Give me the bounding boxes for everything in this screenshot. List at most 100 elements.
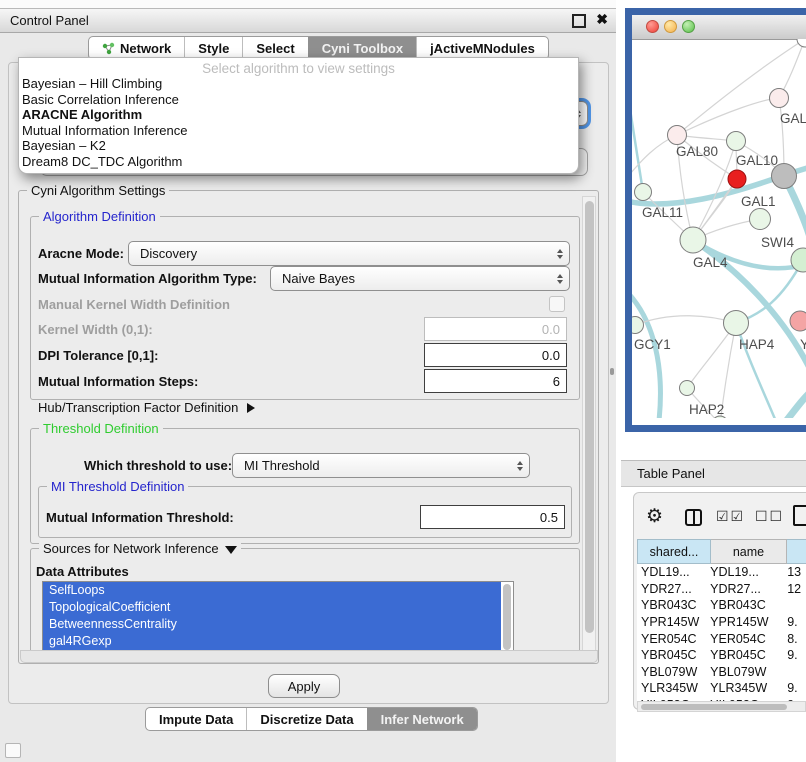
table-hscrollbar-thumb[interactable] — [641, 704, 787, 710]
table-row[interactable]: YLR345WYLR345W9. — [637, 680, 806, 697]
table-cell: 8. — [785, 632, 806, 646]
table-row[interactable]: YBL079WYBL079W — [637, 664, 806, 681]
table-cell: YDR27... — [637, 582, 710, 596]
data-attributes-list[interactable]: SelfLoopsTopologicalCoefficientBetweenne… — [42, 581, 514, 655]
dpi-tolerance-value: 0.0 — [542, 348, 560, 363]
tab-label: Style — [198, 41, 229, 56]
zoom-traffic-light-icon[interactable] — [682, 20, 695, 33]
data-attribute-item[interactable]: TopologicalCoefficient — [43, 599, 501, 616]
network-edge[interactable] — [677, 98, 779, 135]
column-header-2[interactable]: name — [711, 539, 787, 564]
collapsed-panel-icon[interactable] — [5, 743, 21, 758]
network-edge[interactable] — [632, 109, 643, 192]
table-row[interactable]: YDR27...YDR27...12 — [637, 581, 806, 598]
settings-scrollbar-thumb[interactable] — [585, 201, 594, 633]
table-cell: YBL079W — [710, 665, 785, 679]
network-canvas[interactable]: GALGAL80GAL10GAL1GAL11SWI4GAL4GCY1HAP4YH… — [632, 39, 806, 418]
table-cell: 9. — [785, 648, 806, 662]
network-node[interactable] — [750, 209, 771, 230]
data-attribute-item[interactable]: BetweennessCentrality — [43, 616, 501, 633]
manual-kernel-checkbox[interactable] — [549, 296, 565, 312]
network-edge[interactable] — [632, 291, 660, 418]
data-attribute-item[interactable]: gal4RGexp — [43, 633, 501, 650]
manual-kernel-label: Manual Kernel Width Definition — [38, 297, 230, 312]
deselect-all-checkboxes-icon[interactable]: ☐☐ — [755, 508, 784, 525]
tab-network[interactable]: Network — [89, 37, 184, 59]
new-table-icon[interactable] — [793, 505, 806, 526]
minimize-traffic-light-icon[interactable] — [664, 20, 677, 33]
tab-cyni-toolbox[interactable]: Cyni Toolbox — [308, 37, 416, 59]
tab-label: Infer Network — [381, 712, 464, 727]
network-node-label: GAL4 — [693, 255, 728, 270]
data-attribute-item[interactable]: SelfLoops — [43, 582, 501, 599]
column-chooser-icon[interactable] — [685, 509, 702, 526]
select-all-checkboxes-icon[interactable]: ☑☑ — [716, 508, 745, 525]
table-cell: YBL079W — [637, 665, 710, 679]
table-cell: YER054C — [637, 632, 710, 646]
mi-algorithm-type-combo[interactable]: Naive Bayes — [270, 266, 570, 291]
table-row[interactable]: YPR145WYPR145W9. — [637, 614, 806, 631]
table-row[interactable]: YBR045CYBR045C9. — [637, 647, 806, 664]
mi-algorithm-type-value: Naive Bayes — [282, 271, 355, 286]
network-node[interactable] — [680, 381, 695, 396]
algorithm-option[interactable]: Dream8 DC_TDC Algorithm — [19, 154, 578, 170]
network-node-label: GCY1 — [634, 337, 671, 352]
close-icon[interactable]: ✖ — [596, 11, 608, 28]
tab-impute-data[interactable]: Impute Data — [146, 708, 246, 730]
close-traffic-light-icon[interactable] — [646, 20, 659, 33]
settings-scrollbar[interactable] — [582, 196, 596, 654]
column-header-3[interactable]: A — [787, 539, 806, 564]
algorithm-option[interactable]: Bayesian – K2 — [19, 138, 578, 154]
table-horizontal-scrollbar[interactable] — [637, 701, 806, 712]
network-node[interactable] — [728, 170, 746, 188]
tab-jactivemnodules[interactable]: jActiveMNodules — [416, 37, 548, 59]
network-node[interactable] — [724, 311, 749, 336]
mi-algorithm-type-label: Mutual Information Algorithm Type: — [38, 271, 257, 286]
algorithm-option[interactable]: ARACNE Algorithm — [19, 107, 578, 123]
attributes-scrollbar-thumb[interactable] — [503, 584, 511, 650]
algorithm-option[interactable]: Mutual Information Inference — [19, 123, 578, 139]
table-row[interactable]: YBR043CYBR043C — [637, 597, 806, 614]
split-pane-handle[interactable] — [610, 368, 614, 375]
tab-select[interactable]: Select — [242, 37, 307, 59]
dpi-tolerance-field[interactable]: 0.0 — [424, 343, 567, 367]
table-row[interactable]: YER054CYER054C8. — [637, 630, 806, 647]
network-node[interactable] — [727, 132, 746, 151]
gear-icon[interactable]: ⚙ — [646, 505, 663, 528]
hub-tf-definition-toggle[interactable]: Hub/Transcription Factor Definition — [38, 400, 255, 415]
column-header-1[interactable]: shared... — [637, 539, 711, 564]
kernel-width-field[interactable]: 0.0 — [424, 317, 567, 341]
network-node[interactable] — [790, 311, 806, 331]
mi-steps-field[interactable]: 6 — [424, 369, 567, 393]
algorithm-option[interactable]: Bayesian – Hill Climbing — [19, 76, 578, 92]
algorithm-option[interactable]: Basic Correlation Inference — [19, 92, 578, 108]
aracne-mode-combo[interactable]: Discovery — [128, 241, 570, 266]
table-cell: YDL19... — [710, 565, 785, 579]
combo-stepper-icon — [557, 249, 563, 259]
network-node[interactable] — [797, 39, 806, 47]
network-node[interactable] — [770, 89, 789, 108]
mi-threshold-field[interactable]: 0.5 — [420, 505, 565, 529]
float-panel-icon[interactable] — [572, 14, 586, 28]
table-cell: YBR043C — [710, 598, 785, 612]
network-node[interactable] — [632, 317, 644, 334]
tab-label: Impute Data — [159, 712, 233, 727]
tab-style[interactable]: Style — [184, 37, 242, 59]
sources-group-title[interactable]: Sources for Network Inference — [39, 541, 241, 556]
tab-infer-network[interactable]: Infer Network — [367, 708, 477, 730]
network-node[interactable] — [668, 126, 687, 145]
table-row[interactable]: YDL19...YDL19...13 — [637, 564, 806, 581]
network-node[interactable] — [680, 227, 706, 253]
algorithm-definition-title: Algorithm Definition — [39, 209, 160, 224]
apply-button[interactable]: Apply — [268, 674, 340, 698]
tab-discretize-data[interactable]: Discretize Data — [246, 708, 366, 730]
network-node[interactable] — [635, 184, 652, 201]
kernel-width-value: 0.0 — [542, 322, 560, 337]
which-threshold-combo[interactable]: MI Threshold — [232, 453, 530, 478]
network-node-label: GAL1 — [741, 194, 776, 209]
expand-arrow-icon — [247, 403, 255, 413]
settings-group-title: Cyni Algorithm Settings — [27, 183, 169, 198]
network-node-label: HAP4 — [739, 337, 775, 352]
network-edge[interactable] — [780, 389, 806, 418]
table-cell: YDR27... — [710, 582, 785, 596]
